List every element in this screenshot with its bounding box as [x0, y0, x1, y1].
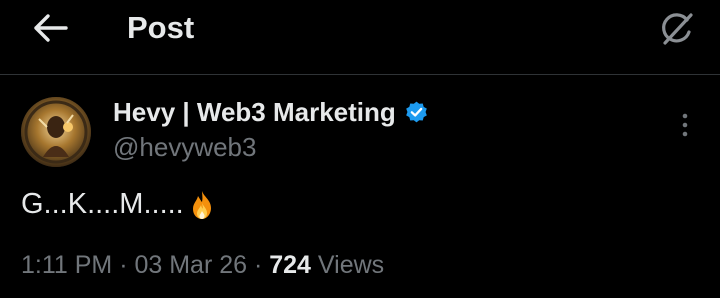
- author-row: Hevy | Web3 Marketing: [113, 97, 429, 128]
- grok-icon[interactable]: [656, 8, 698, 50]
- views-label: Views: [317, 251, 385, 279]
- more-options-icon[interactable]: [673, 110, 697, 140]
- arrow-left-icon[interactable]: [30, 10, 70, 46]
- post-body: G...K....M.....: [21, 188, 218, 221]
- post-time[interactable]: 1:11 PM: [21, 251, 112, 280]
- top-bar: Post: [0, 0, 720, 74]
- fire-emoji-icon: [192, 190, 211, 219]
- meta-separator: ·: [112, 251, 135, 279]
- post-text: G...K....M.....: [21, 188, 184, 220]
- avatar-image: [21, 97, 91, 167]
- page-title: Post: [127, 10, 195, 45]
- post-date[interactable]: 03 Mar 26: [134, 251, 247, 280]
- avatar[interactable]: [21, 97, 91, 167]
- post-metadata: 1:11 PM · 03 Mar 26 · 724 Views: [21, 251, 384, 280]
- author-handle[interactable]: @hevyweb3: [113, 132, 256, 163]
- header-divider: [0, 74, 720, 75]
- author-name[interactable]: Hevy | Web3 Marketing: [113, 97, 396, 128]
- meta-separator: ·: [247, 251, 270, 279]
- views-count: 724: [269, 251, 311, 279]
- views-space: [311, 251, 318, 280]
- verified-badge-icon: [405, 101, 427, 123]
